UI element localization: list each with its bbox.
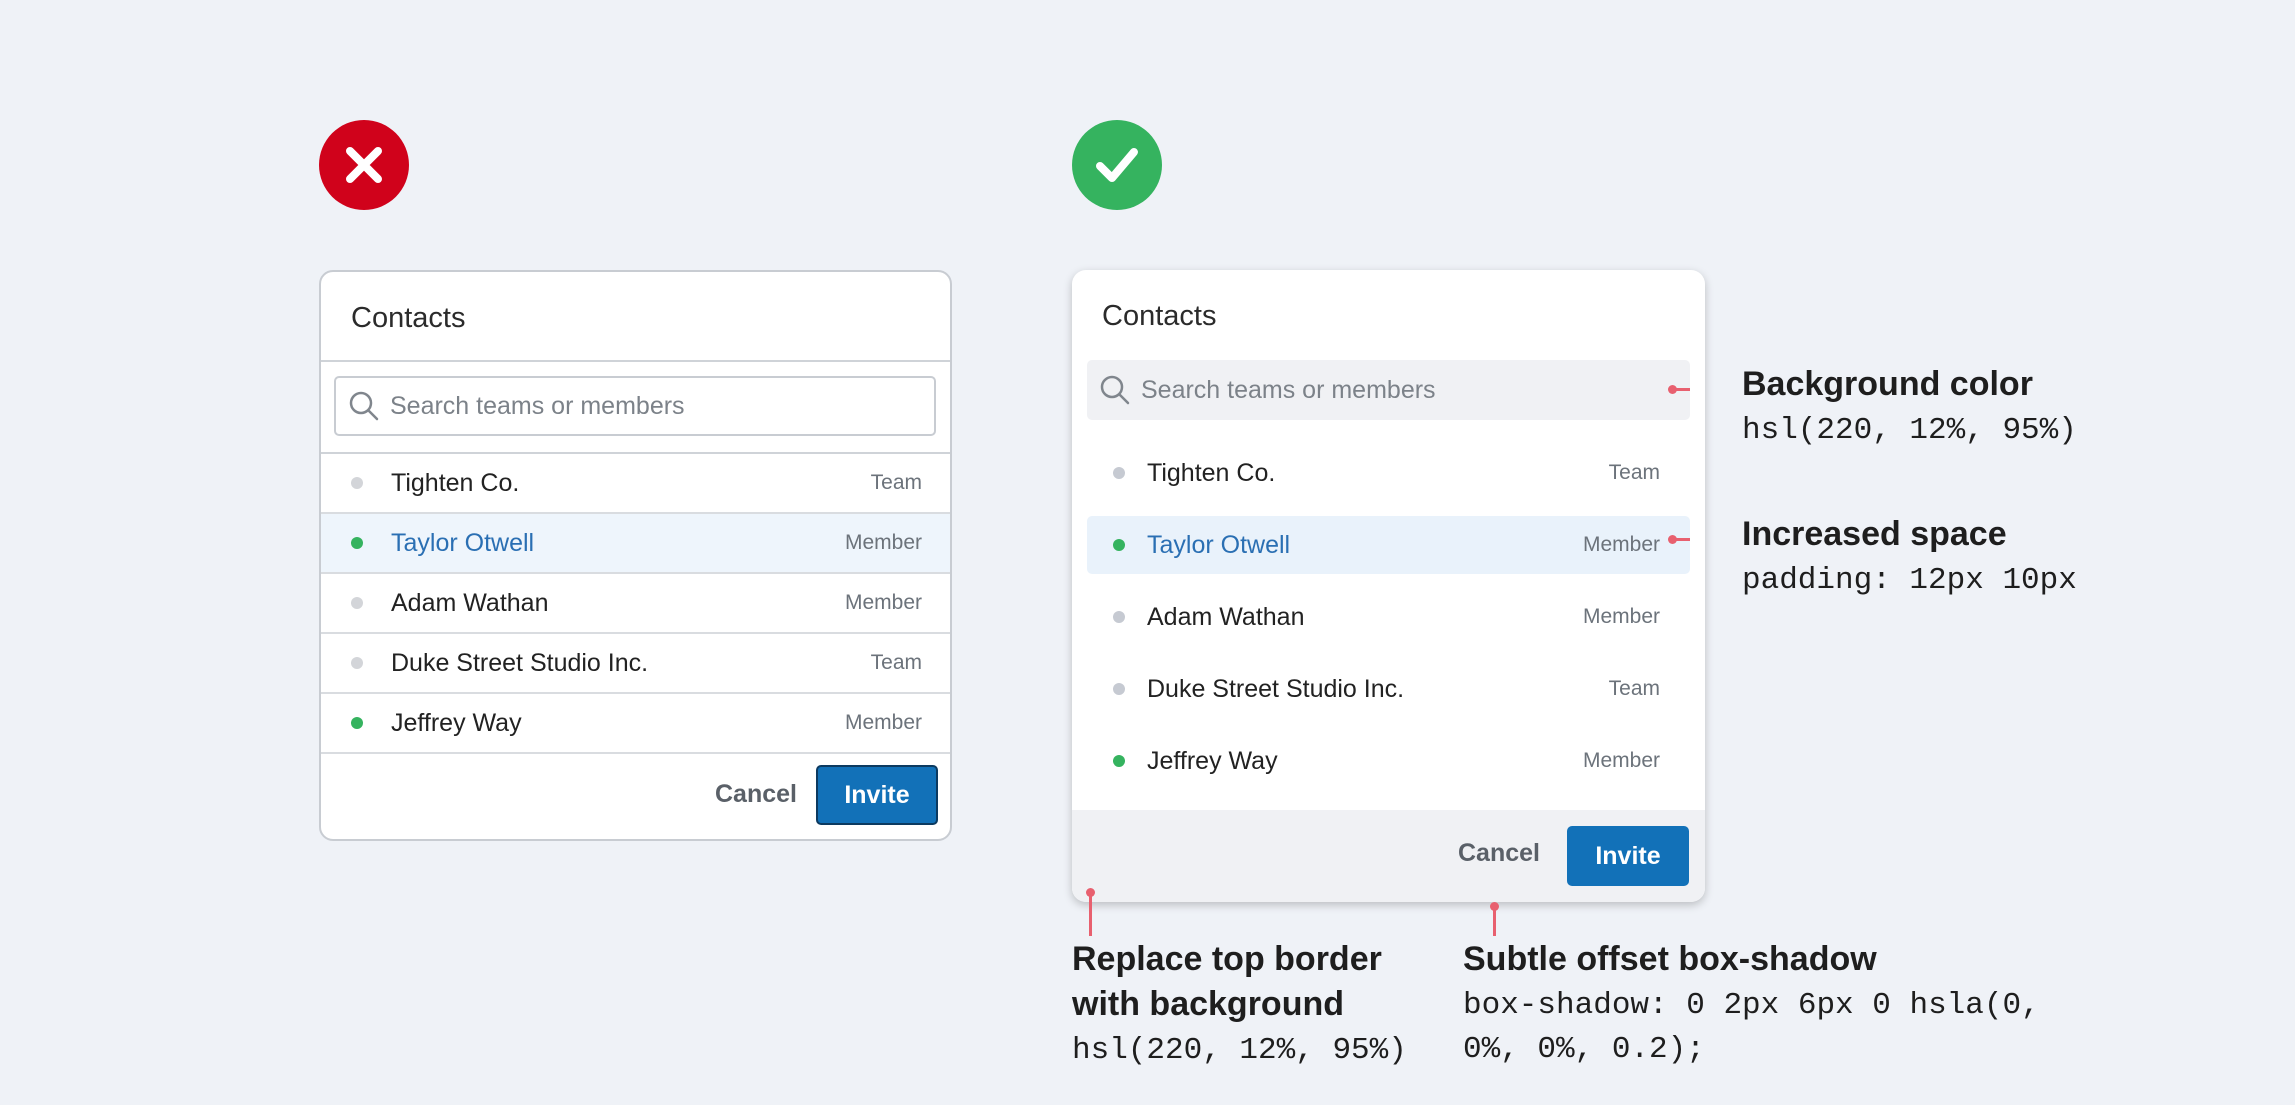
contact-type: Team: [1608, 461, 1660, 484]
contact-name: Taylor Otwell: [1147, 530, 1291, 559]
card-title: Contacts: [351, 302, 466, 334]
contact-type: Member: [1582, 605, 1660, 628]
contact-row[interactable]: Jeffrey Way Member: [321, 694, 950, 754]
bad-contacts-card: Contacts Tighten Co. Team Taylor Otwell …: [319, 270, 952, 841]
contact-row[interactable]: Adam Wathan Member: [321, 574, 950, 634]
annotation-background-title: Background color: [1742, 365, 2033, 403]
annotation-space-code: padding: 12px 10px: [1742, 563, 2077, 598]
status-dot-icon: [1113, 755, 1125, 767]
contact-type: Member: [844, 591, 922, 614]
status-dot-icon: [351, 477, 363, 489]
annotation-border-title-line1: Replace top border: [1072, 940, 1382, 978]
check-icon: [1096, 148, 1138, 182]
contact-type: Member: [1582, 533, 1660, 556]
contact-list: Tighten Co. Team Taylor Otwell Member Ad…: [321, 452, 950, 754]
status-dot-icon: [1113, 539, 1125, 551]
contact-row[interactable]: Duke Street Studio Inc. Team: [1087, 660, 1690, 718]
annotation-shadow-title: Subtle offset box-shadow: [1463, 940, 1877, 978]
annotation-connector: [1672, 538, 1690, 541]
card-footer: Cancel Invite: [321, 754, 950, 839]
status-dot-icon: [1113, 467, 1125, 479]
contact-row[interactable]: Duke Street Studio Inc. Team: [321, 634, 950, 694]
contact-row[interactable]: Jeffrey Way Member: [1087, 732, 1690, 790]
contact-row-selected[interactable]: Taylor Otwell Member: [1087, 516, 1690, 574]
contact-name: Tighten Co.: [391, 468, 520, 497]
search-box[interactable]: [334, 376, 936, 436]
contact-name: Adam Wathan: [1147, 602, 1305, 631]
contact-name: Jeffrey Way: [391, 708, 522, 737]
search-input[interactable]: [1141, 375, 1661, 405]
search-box[interactable]: [1087, 360, 1690, 420]
contact-row[interactable]: Adam Wathan Member: [1087, 588, 1690, 646]
contact-type: Member: [844, 711, 922, 734]
contact-type: Member: [844, 531, 922, 554]
contact-row-selected[interactable]: Taylor Otwell Member: [321, 514, 950, 574]
contact-type: Team: [870, 651, 922, 674]
contact-name: Duke Street Studio Inc.: [391, 648, 649, 677]
cancel-button[interactable]: Cancel: [1452, 833, 1546, 873]
search-icon: [349, 391, 379, 421]
annotation-connector: [1493, 906, 1496, 936]
search-icon: [1100, 375, 1130, 405]
status-dot-icon: [1113, 611, 1125, 623]
annotation-connector: [1089, 892, 1092, 936]
status-dot-icon: [351, 597, 363, 609]
contact-name: Adam Wathan: [391, 588, 549, 617]
cancel-button[interactable]: Cancel: [709, 774, 803, 814]
card-footer: Cancel Invite: [1072, 810, 1705, 902]
status-dot-icon: [1113, 683, 1125, 695]
invite-button[interactable]: Invite: [816, 765, 938, 825]
status-dot-icon: [351, 717, 363, 729]
annotation-shadow-code-line2: 0%, 0%, 0.2);: [1463, 1032, 1705, 1067]
contact-type: Member: [1582, 749, 1660, 772]
status-dot-icon: [351, 657, 363, 669]
invite-button[interactable]: Invite: [1567, 826, 1689, 886]
contact-name: Taylor Otwell: [391, 528, 535, 557]
contact-row[interactable]: Tighten Co. Team: [321, 454, 950, 514]
search-input[interactable]: [390, 391, 910, 421]
header-divider: [321, 360, 950, 362]
contact-list: Tighten Co. Team Taylor Otwell Member Ad…: [1087, 444, 1690, 804]
annotation-border-title-line2: with background: [1072, 985, 1344, 1023]
contact-type: Team: [1608, 677, 1660, 700]
contact-name: Duke Street Studio Inc.: [1147, 674, 1405, 703]
card-title: Contacts: [1102, 300, 1217, 332]
annotation-shadow-code-line1: box-shadow: 0 2px 6px 0 hsla(0,: [1463, 988, 2040, 1023]
good-contacts-card: Contacts Tighten Co. Team Taylor Otwell …: [1072, 270, 1705, 902]
bad-example-badge: [319, 120, 409, 210]
close-icon: [346, 147, 382, 183]
annotation-connector: [1672, 388, 1690, 391]
annotation-space-title: Increased space: [1742, 515, 2007, 553]
status-dot-icon: [351, 537, 363, 549]
contact-name: Tighten Co.: [1147, 458, 1276, 487]
contact-type: Team: [870, 471, 922, 494]
contact-row[interactable]: Tighten Co. Team: [1087, 444, 1690, 502]
contact-name: Jeffrey Way: [1147, 746, 1278, 775]
good-example-badge: [1072, 120, 1162, 210]
annotation-background-code: hsl(220, 12%, 95%): [1742, 413, 2077, 448]
annotation-border-code: hsl(220, 12%, 95%): [1072, 1033, 1407, 1068]
